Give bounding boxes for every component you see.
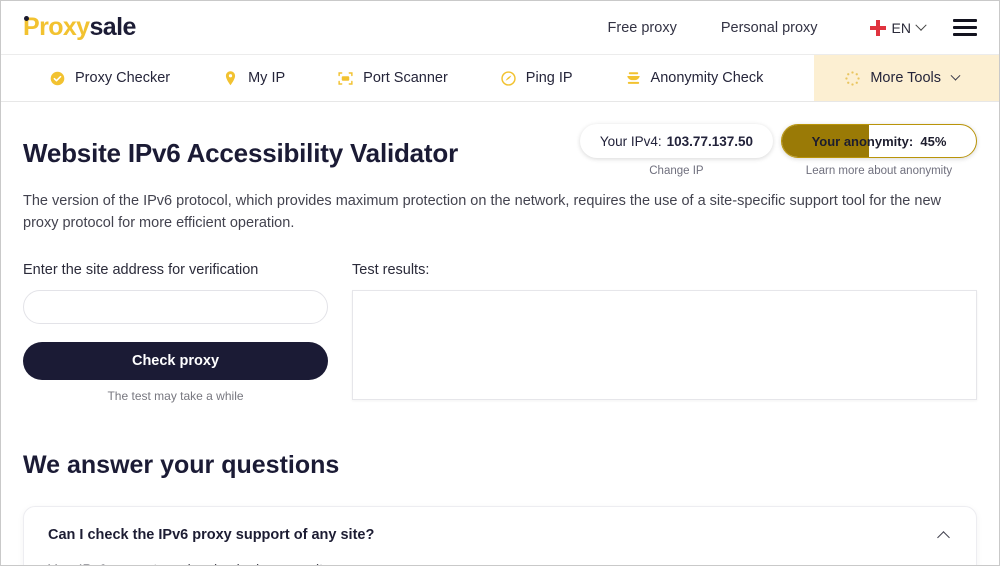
ipv4-label: Your IPv4: xyxy=(599,133,662,149)
ipv4-value: 103.77.137.50 xyxy=(666,133,753,149)
check-circle-icon xyxy=(50,71,65,85)
tool-label: My IP xyxy=(248,70,286,86)
hamburger-menu-icon[interactable] xyxy=(953,19,977,36)
radar-circle-icon xyxy=(501,70,516,86)
header-nav: Free proxy Personal proxy EN xyxy=(586,19,977,36)
tool-more-tools[interactable]: More Tools xyxy=(814,55,999,101)
location-pin-icon xyxy=(226,70,236,85)
check-proxy-button[interactable]: Check proxy xyxy=(23,342,328,380)
faq-answer: Yes, IPv6 support can be checked on any … xyxy=(48,561,952,565)
test-results-box xyxy=(352,290,977,400)
language-selector[interactable]: EN xyxy=(840,19,939,36)
chevron-down-icon xyxy=(950,70,961,81)
tool-port-scanner[interactable]: Port Scanner xyxy=(311,55,474,101)
scan-frame-icon xyxy=(338,71,353,85)
form-right-column: Test results: xyxy=(352,262,977,403)
form-hint: The test may take a while xyxy=(107,389,244,403)
chevron-down-icon xyxy=(915,19,927,31)
hamburger-bar xyxy=(953,33,977,36)
site-address-label: Enter the site address for verification xyxy=(23,262,259,278)
checker-form: Enter the site address for verification … xyxy=(23,262,977,403)
language-label: EN xyxy=(891,19,911,36)
anonymity-status: Your anonymity: 45% Learn more about ano… xyxy=(781,124,977,177)
faq-question: Can I check the IPv6 proxy support of an… xyxy=(48,527,375,543)
anonymity-value: 45% xyxy=(920,133,947,149)
main-content: Website IPv6 Accessibility Validator You… xyxy=(1,102,999,565)
logo-text-primary: Proxy xyxy=(23,13,90,41)
tool-label: More Tools xyxy=(870,70,941,86)
tool-label: Anonymity Check xyxy=(650,70,764,86)
anonymity-text: Your anonymity: 45% xyxy=(782,134,976,149)
test-results-label: Test results: xyxy=(352,262,430,278)
tool-label: Proxy Checker xyxy=(75,70,171,86)
tool-proxy-checker[interactable]: Proxy Checker xyxy=(1,55,196,101)
faq-question-header[interactable]: Can I check the IPv6 proxy support of an… xyxy=(48,527,952,544)
tool-anonymity-check[interactable]: Anonymity Check xyxy=(599,55,790,101)
mask-icon xyxy=(626,71,640,84)
tool-label: Ping IP xyxy=(525,70,573,86)
anonymity-learn-more-link[interactable]: Learn more about anonymity xyxy=(806,165,952,177)
faq-item: Can I check the IPv6 proxy support of an… xyxy=(23,506,977,565)
logo-text-secondary: sale xyxy=(89,13,136,41)
faq-heading: We answer your questions xyxy=(23,451,340,479)
form-left-column: Enter the site address for verification … xyxy=(23,262,328,403)
tool-my-ip[interactable]: My IP xyxy=(196,55,311,101)
site-header: Proxy sale Free proxy Personal proxy EN xyxy=(1,1,999,54)
tool-label: Port Scanner xyxy=(363,70,448,86)
site-address-input[interactable] xyxy=(23,290,328,324)
flag-icon xyxy=(869,19,886,36)
chevron-up-icon[interactable] xyxy=(937,531,950,544)
change-ip-link[interactable]: Change IP xyxy=(649,165,703,177)
nav-personal-proxy[interactable]: Personal proxy xyxy=(699,20,840,36)
page-description: The version of the IPv6 protocol, which … xyxy=(23,193,941,231)
logo-dot-icon xyxy=(24,16,29,21)
logo[interactable]: Proxy sale xyxy=(23,13,136,42)
hero-section: Website IPv6 Accessibility Validator You… xyxy=(23,102,977,177)
nav-free-proxy[interactable]: Free proxy xyxy=(586,20,699,36)
dotted-circle-icon xyxy=(845,70,861,86)
hamburger-bar xyxy=(953,26,977,29)
ipv4-status: Your IPv4: 103.77.137.50 Change IP xyxy=(579,124,773,177)
tools-toolbar: Proxy Checker My IP Port Scanner Ping IP… xyxy=(1,54,999,102)
hamburger-bar xyxy=(953,19,977,22)
tool-ping-ip[interactable]: Ping IP xyxy=(474,55,599,101)
anonymity-label: Your anonymity: xyxy=(811,133,914,149)
page-root: Proxysale Free proxy Personal proxy EN xyxy=(0,0,1000,566)
ipv4-pill[interactable]: Your IPv4: 103.77.137.50 xyxy=(579,124,773,158)
status-bar: Your IPv4: 103.77.137.50 Change IP Your … xyxy=(579,124,977,177)
anonymity-pill[interactable]: Your anonymity: 45% xyxy=(781,124,977,158)
